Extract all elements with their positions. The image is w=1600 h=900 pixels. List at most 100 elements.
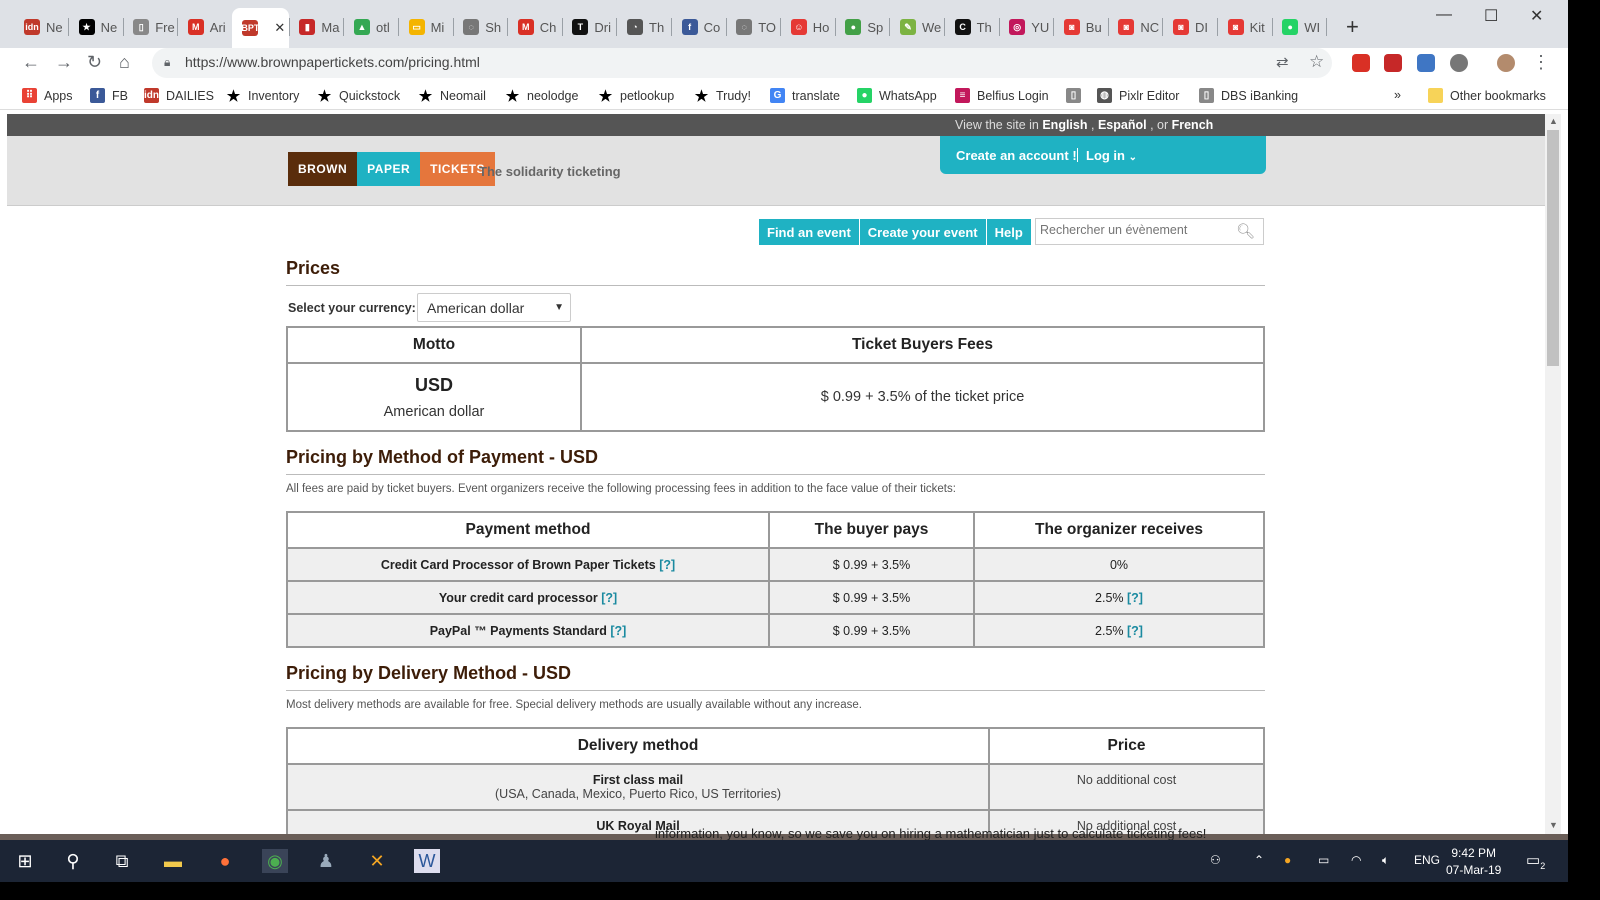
browser-tab[interactable]: ◌ Sh	[453, 12, 507, 42]
help-link[interactable]: [?]	[1127, 591, 1143, 605]
tray-app-icon[interactable]: ●	[1284, 853, 1291, 867]
close-tab-icon[interactable]: ✕	[274, 20, 285, 36]
browser-tab[interactable]: C Th	[945, 12, 999, 42]
xampp-icon[interactable]: ✕	[364, 849, 390, 873]
scrollbar-thumb[interactable]	[1547, 130, 1559, 366]
browser-tab[interactable]: ◔ Th	[617, 12, 671, 42]
browser-tab[interactable]: ✎ We	[890, 12, 944, 42]
wifi-icon[interactable]: ◠	[1351, 853, 1361, 867]
search-input[interactable]	[1040, 223, 1230, 237]
table-header: Motto	[286, 326, 582, 364]
help-link[interactable]: [?]	[659, 558, 675, 572]
site-logo[interactable]: BROWN PAPER TICKETS	[288, 152, 495, 186]
browser-tab-active[interactable]: BPT ✕	[232, 8, 290, 48]
bookmark-item[interactable]: ★ Inventory	[226, 88, 300, 105]
browser-tab[interactable]: ◙ NC	[1108, 12, 1162, 42]
firefox-icon[interactable]: ●	[212, 849, 238, 873]
chrome-icon[interactable]: ◉	[262, 849, 288, 873]
bookmark-item[interactable]: ★ Neomail	[418, 88, 486, 105]
browser-tab[interactable]: ▮ Ma	[289, 12, 343, 42]
browser-tab[interactable]: ★ Ne	[69, 12, 123, 42]
extension-icon[interactable]	[1450, 54, 1468, 72]
app-icon[interactable]: ♟	[313, 849, 339, 873]
back-icon[interactable]: ←	[22, 52, 40, 73]
bookmark-item[interactable]: ▯ DBS iBanking	[1199, 88, 1298, 103]
browser-tab[interactable]: ◙ DI	[1163, 12, 1217, 42]
bookmark-item[interactable]: ★ petlookup	[598, 88, 674, 105]
bookmark-item[interactable]: ◍ Pixlr Editor	[1097, 88, 1179, 103]
bookmark-item[interactable]: ▯	[1066, 88, 1088, 103]
file-explorer-icon[interactable]: ▬	[160, 849, 186, 873]
search-icon[interactable]: 🔍︎	[1236, 222, 1255, 240]
bookmark-item[interactable]: ★ neolodge	[505, 88, 579, 105]
bookmark-item[interactable]: idn DAILIES	[144, 88, 214, 103]
bookmark-star-icon[interactable]: ☆	[1309, 52, 1324, 72]
lang-french-link[interactable]: French	[1172, 118, 1214, 132]
scroll-down-icon[interactable]: ▼	[1549, 820, 1558, 830]
browser-tab[interactable]: T Dri	[562, 12, 616, 42]
help-link[interactable]: [?]	[601, 591, 617, 605]
maximize-icon[interactable]: ☐	[1484, 6, 1498, 26]
extension-icon[interactable]	[1417, 54, 1435, 72]
vertical-scrollbar[interactable]: ▲ ▼	[1545, 114, 1561, 834]
bookmarks-overflow-icon[interactable]: »	[1394, 88, 1401, 102]
volume-icon[interactable]: 🔈︎	[1382, 853, 1389, 868]
battery-icon[interactable]: ▭	[1318, 853, 1329, 867]
browser-tab[interactable]: f Co	[672, 12, 726, 42]
browser-tab[interactable]: ☺ Ho	[781, 12, 835, 42]
browser-tab[interactable]: ▭ Mi	[399, 12, 453, 42]
extension-icon[interactable]	[1352, 54, 1370, 72]
address-bar[interactable]: 🔒︎ https://www.brownpapertickets.com/pri…	[152, 48, 1332, 78]
browser-tab[interactable]: M Ari	[178, 12, 232, 42]
extension-icon[interactable]	[1384, 54, 1402, 72]
bookmark-item[interactable]: f FB	[90, 88, 128, 103]
translate-icon[interactable]: ⇄	[1276, 53, 1289, 71]
browser-tab[interactable]: ◙ Kit	[1218, 12, 1272, 42]
create-account-link[interactable]: Create an account !	[956, 148, 1077, 163]
browser-tab[interactable]: M Ch	[508, 12, 562, 42]
lang-english-link[interactable]: English	[1042, 118, 1087, 132]
browser-tab[interactable]: ▯ Fre	[123, 12, 177, 42]
scroll-up-icon[interactable]: ▲	[1549, 116, 1558, 126]
browser-tab[interactable]: ◙ Bu	[1054, 12, 1108, 42]
search-icon[interactable]: ⚲	[60, 849, 86, 873]
task-view-icon[interactable]: ⧉	[109, 849, 135, 873]
home-icon[interactable]: ⌂	[119, 52, 130, 73]
profile-avatar[interactable]	[1497, 54, 1515, 72]
help-link[interactable]: [?]	[1127, 624, 1143, 638]
browser-tab[interactable]: idn Ne	[14, 12, 68, 42]
bookmark-item[interactable]: Gtranslate	[770, 88, 840, 103]
bookmark-item[interactable]: ● WhatsApp	[857, 88, 937, 103]
browser-tab[interactable]: ● WI	[1272, 12, 1326, 42]
tab-title: Ari	[209, 19, 226, 35]
bookmark-item[interactable]: ⠿ Apps	[22, 88, 73, 103]
find-event-button[interactable]: Find an event	[759, 219, 860, 245]
bookmark-item[interactable]: ★ Trudy!	[694, 88, 751, 105]
system-clock[interactable]: 9:42 PM 07-Mar-19	[1446, 845, 1501, 879]
browser-tab[interactable]: ◎ YU	[999, 12, 1053, 42]
show-hidden-icons[interactable]: ⌃	[1254, 853, 1264, 867]
other-bookmarks-folder[interactable]: Other bookmarks	[1428, 88, 1546, 103]
reload-icon[interactable]: ↻	[87, 52, 102, 73]
browser-tab[interactable]: ● Sp	[835, 12, 889, 42]
bookmark-item[interactable]: ≡ Belfius Login	[955, 88, 1049, 103]
word-icon[interactable]: W	[414, 849, 440, 873]
menu-icon[interactable]: ⋮	[1532, 52, 1550, 73]
login-link[interactable]: Log in ⌄	[1086, 148, 1137, 163]
browser-tab[interactable]: ◌ TO	[726, 12, 780, 42]
close-window-icon[interactable]: ✕	[1530, 6, 1543, 26]
help-link[interactable]: [?]	[610, 624, 626, 638]
lang-espanol-link[interactable]: Español	[1098, 118, 1147, 132]
notification-center-icon[interactable]: ▭2	[1526, 851, 1545, 871]
new-tab-button[interactable]: +	[1346, 14, 1359, 40]
currency-select[interactable]: American dollar ▼	[417, 293, 571, 322]
browser-tab[interactable]: ▲ otl	[344, 12, 398, 42]
minimize-icon[interactable]: —	[1436, 6, 1452, 24]
people-icon[interactable]: ⚇	[1210, 853, 1221, 867]
forward-icon[interactable]: →	[55, 52, 73, 73]
create-event-button[interactable]: Create your event	[859, 219, 987, 245]
help-button[interactable]: Help	[986, 219, 1032, 245]
windows-start-icon[interactable]: ⊞	[12, 849, 38, 873]
bookmark-item[interactable]: ★ Quickstock	[317, 88, 400, 105]
input-language[interactable]: ENG	[1414, 853, 1440, 867]
